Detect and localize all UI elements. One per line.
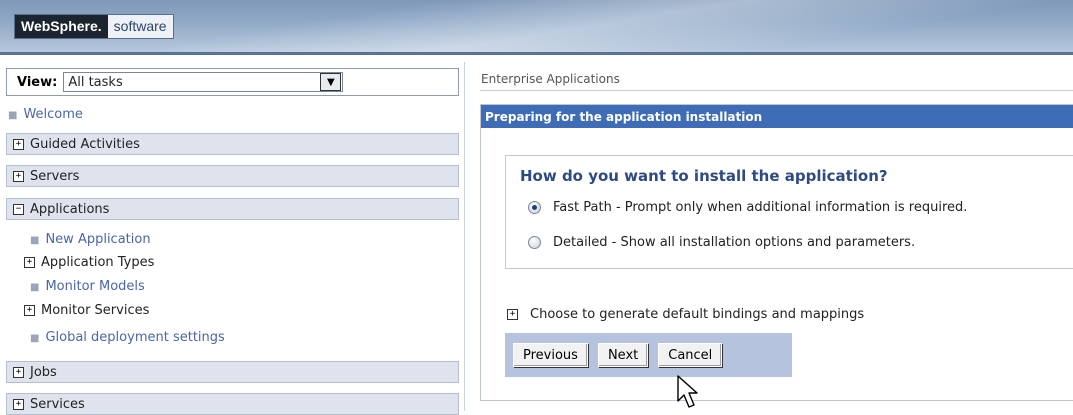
button-bar: Previous Next Cancel bbox=[505, 333, 792, 377]
nav-item-label: Monitor Models bbox=[45, 279, 145, 294]
expand-icon[interactable]: + bbox=[13, 138, 24, 150]
nav-category-applications[interactable]: − Applications bbox=[6, 198, 459, 220]
bullet-icon: ■ bbox=[30, 282, 40, 293]
divider bbox=[480, 90, 1073, 91]
expand-icon[interactable]: + bbox=[507, 309, 518, 320]
radio-unselected-icon[interactable] bbox=[528, 236, 541, 249]
nav-item-global-deployment-settings[interactable]: ■ Global deployment settings bbox=[30, 330, 225, 345]
view-filter: View: All tasks ▼ bbox=[6, 68, 459, 96]
view-select[interactable]: All tasks ▼ bbox=[63, 72, 344, 92]
view-label: View: bbox=[17, 74, 58, 90]
nav-category-guided-activities[interactable]: + Guided Activities bbox=[6, 133, 459, 155]
websphere-logo: WebSphere. software bbox=[14, 14, 174, 39]
view-select-value: All tasks bbox=[68, 74, 123, 90]
panel-title: Preparing for the application installati… bbox=[481, 105, 1073, 128]
logo-brand: WebSphere. bbox=[15, 15, 108, 38]
nav-item-label: Global deployment settings bbox=[45, 330, 225, 345]
install-question: How do you want to install the applicati… bbox=[520, 167, 888, 185]
option-fast-path[interactable]: Fast Path - Prompt only when additional … bbox=[528, 200, 967, 215]
nav-category-label: Applications bbox=[30, 201, 110, 217]
nav-category-label: Services bbox=[30, 396, 85, 412]
nav-category-label: Jobs bbox=[30, 364, 57, 380]
app-header: WebSphere. software bbox=[0, 0, 1073, 55]
bindings-label: Choose to generate default bindings and … bbox=[530, 307, 865, 322]
expand-icon[interactable]: + bbox=[24, 257, 35, 268]
expand-icon[interactable]: + bbox=[13, 170, 24, 182]
expand-icon[interactable]: + bbox=[13, 398, 24, 410]
navigation-panel: View: All tasks ▼ ■ Welcome + Guided Acti… bbox=[0, 62, 465, 415]
nav-category-jobs[interactable]: + Jobs bbox=[6, 361, 459, 383]
breadcrumb: Enterprise Applications bbox=[481, 72, 620, 86]
bindings-toggle[interactable]: + Choose to generate default bindings an… bbox=[507, 307, 864, 322]
next-button[interactable]: Next bbox=[597, 343, 649, 367]
radio-selected-icon[interactable] bbox=[528, 201, 541, 214]
nav-item-monitor-services[interactable]: + Monitor Services bbox=[24, 303, 149, 318]
install-panel: Preparing for the application installati… bbox=[480, 104, 1073, 401]
bullet-icon: ■ bbox=[30, 235, 40, 246]
expand-icon[interactable]: + bbox=[24, 305, 35, 316]
previous-button[interactable]: Previous bbox=[513, 343, 588, 367]
nav-welcome-label: Welcome bbox=[23, 107, 83, 122]
nav-item-monitor-models[interactable]: ■ Monitor Models bbox=[30, 279, 145, 294]
install-options-box: How do you want to install the applicati… bbox=[505, 155, 1073, 269]
pointer-cursor-icon bbox=[677, 375, 698, 408]
nav-category-services[interactable]: + Services bbox=[6, 393, 459, 415]
nav-item-label: Monitor Services bbox=[41, 303, 150, 318]
option-label: Fast Path - Prompt only when additional … bbox=[553, 200, 968, 215]
nav-category-label: Servers bbox=[30, 168, 80, 184]
bullet-icon: ■ bbox=[30, 333, 40, 344]
nav-item-label: Application Types bbox=[41, 255, 155, 270]
option-detailed[interactable]: Detailed - Show all installation options… bbox=[528, 235, 915, 250]
bullet-icon: ■ bbox=[8, 110, 18, 121]
nav-item-label: New Application bbox=[45, 232, 151, 247]
nav-category-label: Guided Activities bbox=[30, 136, 140, 152]
nav-item-new-application[interactable]: ■ New Application bbox=[30, 232, 151, 247]
option-label: Detailed - Show all installation options… bbox=[553, 235, 916, 250]
nav-category-servers[interactable]: + Servers bbox=[6, 165, 459, 187]
expand-icon[interactable]: + bbox=[13, 366, 24, 378]
logo-product: software bbox=[107, 15, 173, 38]
nav-welcome-link[interactable]: ■ Welcome bbox=[8, 107, 83, 122]
nav-item-application-types[interactable]: + Application Types bbox=[24, 255, 154, 270]
dropdown-arrow-icon[interactable]: ▼ bbox=[320, 73, 342, 91]
cancel-button[interactable]: Cancel bbox=[658, 343, 723, 367]
collapse-icon[interactable]: − bbox=[13, 203, 24, 215]
header-decoration bbox=[152, 0, 1073, 52]
